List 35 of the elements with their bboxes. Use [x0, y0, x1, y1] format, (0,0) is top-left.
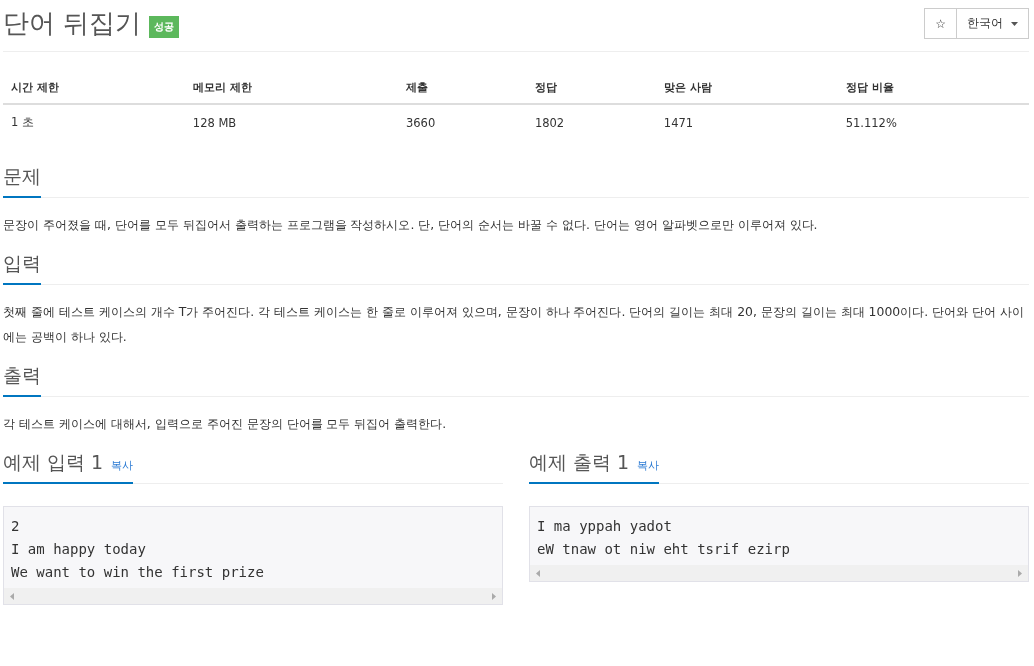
scroll-right-icon — [492, 592, 496, 600]
section-heading: 입력 — [3, 251, 41, 285]
language-dropdown[interactable]: 한국어 — [957, 8, 1029, 39]
horizontal-scrollbar[interactable] — [4, 588, 502, 604]
table-cell: 1471 — [655, 104, 838, 140]
table-cell: 51.112% — [837, 104, 1029, 140]
column-header: 정답 비율 — [837, 72, 1029, 104]
sample-code: 2 I am happy today We want to win the first prize — [10, 517, 265, 582]
scroll-right-icon — [1018, 569, 1022, 577]
section-heading: 출력 — [3, 363, 41, 397]
sample-title: 예제 입력 1 — [3, 450, 104, 475]
sample-title: 예제 출력 1 — [529, 450, 630, 475]
column-header: 시간 제한 — [3, 72, 185, 104]
column-header: 제출 — [397, 72, 527, 104]
column-header: 맞은 사람 — [655, 72, 838, 104]
horizontal-scrollbar[interactable] — [530, 565, 1028, 581]
scroll-left-icon — [10, 592, 14, 600]
section-text: 각 테스트 케이스에 대해서, 입력으로 주어진 문장의 단어를 모두 뒤집어 출력한다. — [3, 415, 448, 433]
star-button[interactable]: ☆ — [924, 8, 957, 39]
copy-link[interactable]: 복사 — [637, 458, 660, 473]
scroll-left-icon — [536, 569, 540, 577]
column-header: 정답 — [526, 72, 656, 104]
section-text: 문장이 주어졌을 때, 단어를 모두 뒤집어서 출력하는 프로그램을 작성하시오. 단, 단어의 순서는 바꿀 수 없다. 단어는 영어 알파벳으로만 이루어져 있다. — [3, 216, 819, 234]
caret-icon — [1011, 21, 1018, 26]
column-header: 메모리 제한 — [184, 72, 398, 104]
table-cell: 128 MB — [184, 104, 398, 140]
copy-link[interactable]: 복사 — [111, 458, 134, 473]
sample-code: I ma yppah yadot eW tnaw ot niw eht tsrif ezirp — [536, 517, 791, 559]
table-cell: 1 초 — [3, 104, 185, 140]
table-cell: 3660 — [397, 104, 527, 140]
table-cell: 1802 — [526, 104, 656, 140]
status-badge: 성공 — [149, 15, 180, 38]
problem-title: 단어 뒤집기 — [3, 7, 142, 40]
section-text: 첫째 줄에 테스트 케이스의 개수 T가 주어진다. 각 테스트 케이스는 한 줄로 이루어져 있으며, 문장이 하나 주어진다. 단어의 길이는 최대 20, 문장의 길이는 최대 1000이다. 단어와 단어 사이에는 공백이 하나 있다. — [3, 303, 1025, 346]
section-heading: 문제 — [3, 164, 41, 198]
